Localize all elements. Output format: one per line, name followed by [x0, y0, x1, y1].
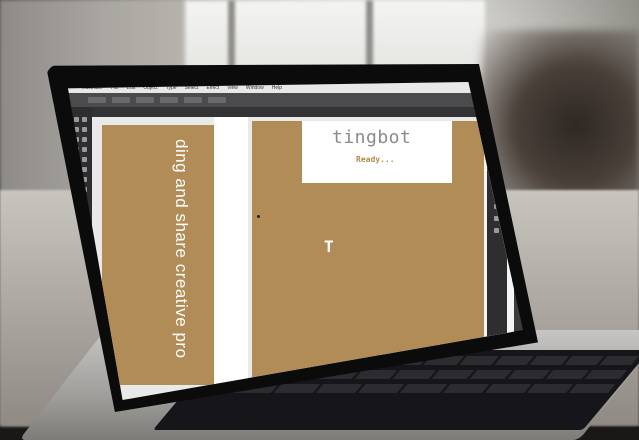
pencil-tool-icon[interactable] — [82, 157, 87, 162]
opacity-control[interactable] — [136, 97, 154, 103]
type-tool-icon[interactable] — [82, 137, 87, 142]
document-setup-button[interactable] — [184, 97, 202, 103]
artboards-panel-icon[interactable] — [494, 228, 499, 233]
style-control[interactable] — [160, 97, 178, 103]
photo-scene: Illustrator File Edit Object Type Select… — [0, 0, 639, 440]
ready-status: Ready... — [356, 155, 395, 164]
direct-selection-tool-icon[interactable] — [82, 117, 87, 122]
tingbot-logo: tingbot — [332, 127, 412, 148]
vertical-headline: ding and share creative pro — [172, 139, 191, 359]
rectangle-tool-icon[interactable] — [82, 147, 87, 152]
menu-item-help[interactable]: Help — [272, 85, 282, 91]
selection-tool-icon[interactable] — [74, 117, 79, 122]
lasso-tool-icon[interactable] — [82, 127, 87, 132]
gutter-column — [214, 117, 248, 400]
document-tabs — [90, 107, 523, 117]
stroke-control[interactable] — [88, 97, 106, 103]
scale-tool-icon[interactable] — [82, 167, 87, 172]
arrow-pointer-icon — [257, 215, 260, 218]
t-glyph-icon: T — [324, 237, 334, 256]
control-bar — [68, 93, 523, 107]
fill-control[interactable] — [112, 97, 130, 103]
preferences-button[interactable] — [208, 97, 226, 103]
logo-card: tingbot Ready... — [302, 121, 452, 183]
